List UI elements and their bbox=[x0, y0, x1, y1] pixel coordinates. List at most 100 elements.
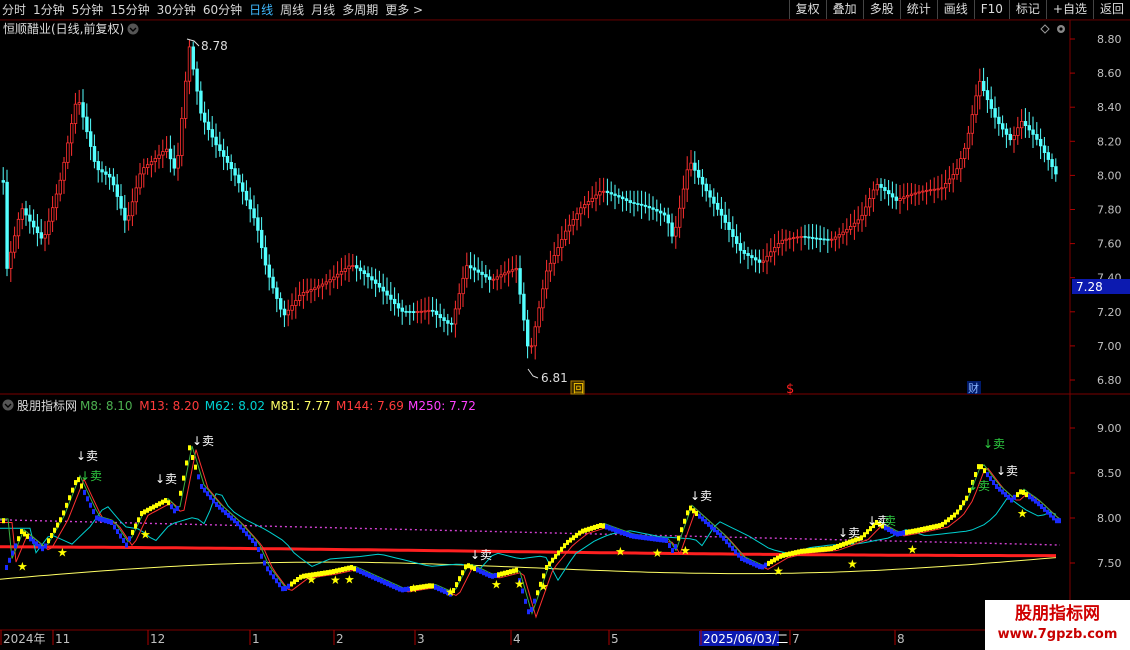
toolbar-button[interactable]: 复权 bbox=[788, 0, 826, 19]
candle bbox=[567, 224, 572, 232]
trend-band-segment bbox=[584, 527, 587, 533]
trend-band-segment bbox=[863, 532, 866, 538]
trend-band-segment bbox=[353, 566, 356, 572]
trend-band-segment bbox=[11, 550, 14, 556]
trend-band-segment bbox=[212, 498, 215, 504]
candle bbox=[20, 208, 24, 220]
trend-band-segment bbox=[239, 524, 242, 530]
finance-marker[interactable]: 财 bbox=[967, 381, 981, 395]
candle bbox=[221, 150, 226, 157]
candle bbox=[822, 238, 826, 241]
sell-signal: ↓卖 bbox=[838, 526, 860, 540]
candle bbox=[404, 310, 408, 313]
dropdown-icon[interactable] bbox=[127, 23, 139, 35]
chart-canvas[interactable]: 恒顺醋业(日线,前复权) 8.80 8.60 8.40 8.20 8.00 7.80 7.6… bbox=[0, 20, 1130, 650]
candle bbox=[199, 90, 203, 114]
period-tab[interactable]: 月线 bbox=[311, 1, 335, 18]
candle bbox=[24, 208, 28, 216]
trend-band-segment bbox=[41, 546, 44, 552]
toolbar-button[interactable]: 叠加 bbox=[825, 0, 863, 19]
trend-band-segment bbox=[233, 518, 236, 524]
candle bbox=[96, 161, 100, 171]
candle bbox=[784, 238, 788, 241]
time-label: 2025/06/03/二 bbox=[703, 632, 788, 646]
candle bbox=[503, 272, 507, 276]
period-tab[interactable]: 15分钟 bbox=[110, 1, 149, 18]
trend-band-segment bbox=[227, 512, 230, 518]
period-tab[interactable]: 60分钟 bbox=[203, 1, 242, 18]
trend-band-segment bbox=[650, 536, 653, 542]
period-tab[interactable]: 更多 > bbox=[385, 1, 423, 18]
trend-band-segment bbox=[83, 489, 86, 495]
candle bbox=[708, 190, 712, 198]
trend-band-segment bbox=[104, 518, 107, 524]
period-tab[interactable]: 日线 bbox=[249, 1, 273, 18]
indicator-tick: 9.00 bbox=[1097, 422, 1122, 435]
candle bbox=[332, 276, 336, 281]
candle bbox=[723, 214, 727, 223]
trend-band-segment bbox=[515, 567, 518, 573]
candle bbox=[275, 287, 279, 299]
toolbar-button[interactable]: F10 bbox=[973, 0, 1009, 19]
toolbar: 分时 1分钟 5分钟 15分钟 30分钟 60分钟 日线 周线 月线 多周期 更多 > 复权 叠加 多股… bbox=[0, 0, 1130, 20]
trend-band-segment bbox=[782, 552, 785, 558]
trend-band-segment bbox=[542, 573, 545, 579]
trend-band-segment bbox=[86, 496, 89, 502]
trend-band-segment bbox=[620, 529, 623, 535]
trend-band-segment bbox=[206, 491, 209, 497]
trend-band-segment bbox=[326, 570, 329, 576]
toolbar-button[interactable]: 画线 bbox=[936, 0, 974, 19]
toolbar-button[interactable]: 标记 bbox=[1008, 0, 1046, 19]
candle bbox=[792, 237, 796, 239]
toolbar-button[interactable]: 多股 bbox=[862, 0, 900, 19]
period-tab[interactable]: 30分钟 bbox=[157, 1, 196, 18]
period-tab[interactable]: 1分钟 bbox=[33, 1, 65, 18]
candle bbox=[149, 161, 154, 166]
period-tab[interactable]: 5分钟 bbox=[72, 1, 104, 18]
candle bbox=[282, 308, 287, 316]
trend-band-segment bbox=[209, 494, 212, 500]
trend-band-segment bbox=[740, 556, 743, 561]
toolbar-button[interactable]: 返回 bbox=[1092, 0, 1130, 19]
trend-band-segment bbox=[242, 527, 245, 533]
trend-band-segment bbox=[74, 480, 77, 486]
dividend-marker[interactable]: $ bbox=[786, 382, 794, 397]
candle bbox=[868, 198, 872, 208]
gear-icon[interactable] bbox=[1057, 25, 1065, 33]
trend-band-segment bbox=[761, 564, 764, 570]
candle bbox=[1042, 145, 1047, 153]
trend-band-segment bbox=[53, 527, 56, 533]
period-tab[interactable]: 分时 bbox=[2, 1, 26, 18]
candle bbox=[408, 311, 412, 313]
trend-band-segment bbox=[866, 529, 869, 535]
period-tab[interactable]: 周线 bbox=[280, 1, 304, 18]
trend-band-segment bbox=[602, 523, 605, 529]
candle bbox=[377, 283, 382, 288]
candle bbox=[594, 194, 598, 199]
indicator-axis: 9.00 8.50 8.00 7.50 bbox=[1070, 422, 1122, 570]
candle bbox=[750, 255, 754, 259]
trend-band-segment bbox=[350, 565, 353, 570]
candle bbox=[240, 182, 245, 192]
candle bbox=[157, 154, 161, 159]
candle bbox=[978, 80, 982, 97]
dropdown-icon[interactable] bbox=[2, 399, 14, 411]
toolbar-button[interactable]: +自选 bbox=[1045, 0, 1093, 19]
candle bbox=[430, 309, 435, 312]
candle bbox=[35, 226, 40, 234]
candle bbox=[655, 208, 659, 212]
candle bbox=[28, 214, 32, 222]
period-tab[interactable]: 多周期 bbox=[342, 1, 378, 18]
trend-band-segment bbox=[962, 500, 965, 506]
candle bbox=[1008, 133, 1012, 141]
trend-band-segment bbox=[386, 581, 389, 587]
trend-band-segment bbox=[173, 508, 176, 514]
trend-band-segment bbox=[14, 543, 17, 549]
toolbar-button[interactable]: 统计 bbox=[899, 0, 937, 19]
candle bbox=[400, 307, 404, 312]
trend-band-segment bbox=[824, 546, 827, 552]
candle bbox=[1001, 123, 1005, 130]
diamond-icon[interactable] bbox=[1040, 24, 1050, 34]
candle bbox=[697, 169, 701, 178]
review-marker[interactable]: 回 bbox=[570, 380, 585, 395]
